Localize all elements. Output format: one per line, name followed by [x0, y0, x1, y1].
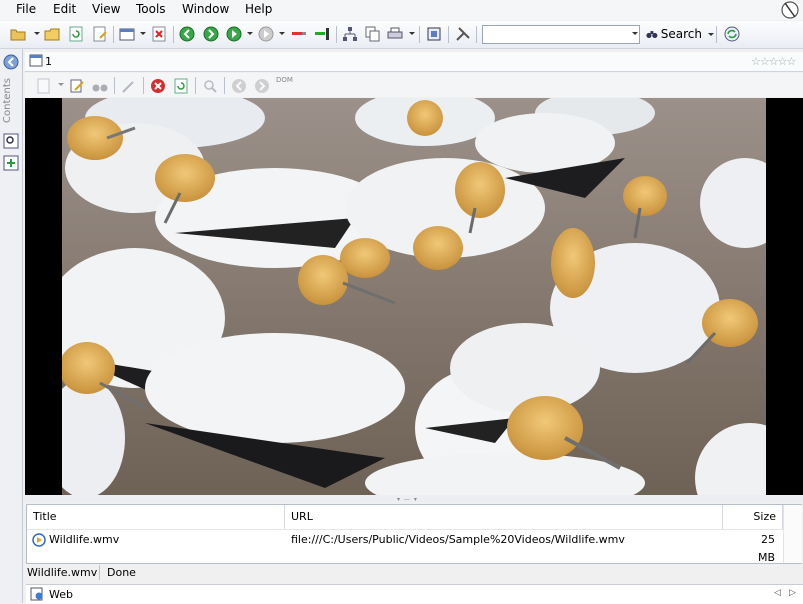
- status-state: Done: [107, 566, 136, 579]
- new-window-icon[interactable]: [118, 25, 136, 43]
- menu-window[interactable]: Window: [182, 2, 229, 16]
- stop-icon[interactable]: [149, 77, 167, 95]
- inner-toolbar: DOM: [25, 73, 803, 97]
- back-icon[interactable]: [230, 77, 248, 95]
- collapse-sidebar-icon[interactable]: [3, 54, 19, 73]
- chevron-down-icon[interactable]: [34, 32, 40, 35]
- folder-icon[interactable]: [43, 25, 61, 43]
- media-list-table: Title URL Size Wildlife.wmv file:///C:/U…: [26, 504, 802, 564]
- print-icon[interactable]: [386, 25, 404, 43]
- tab-web[interactable]: Web: [30, 585, 73, 603]
- splitter-handle[interactable]: ▾ — ▾: [25, 495, 803, 503]
- chevron-down-icon[interactable]: [632, 32, 638, 35]
- binoculars-icon[interactable]: [91, 77, 109, 95]
- back-icon[interactable]: [178, 25, 196, 43]
- web-page-icon: [30, 587, 43, 601]
- table-row[interactable]: Wildlife.wmv file:///C:/Users/Public/Vid…: [27, 530, 801, 564]
- sync-icon[interactable]: [723, 25, 741, 43]
- refresh-icon[interactable]: [67, 25, 85, 43]
- stop-icon[interactable]: [150, 25, 168, 43]
- list-scrollbar[interactable]: [783, 505, 802, 563]
- search-label: Search: [660, 27, 702, 41]
- menu-edit[interactable]: Edit: [53, 2, 76, 16]
- copy-icon[interactable]: [364, 25, 382, 43]
- video-player[interactable]: [25, 98, 803, 495]
- menu-tools[interactable]: Tools: [136, 2, 166, 16]
- tab-scroll-left-icon[interactable]: ◁: [774, 588, 781, 598]
- chevron-down-icon[interactable]: [708, 32, 714, 36]
- sidebar-contents-tab[interactable]: Contents: [2, 76, 20, 126]
- column-header-url[interactable]: URL: [285, 505, 723, 529]
- search-button[interactable]: Search: [646, 24, 714, 44]
- row-title: Wildlife.wmv: [49, 533, 120, 546]
- find-icon[interactable]: [3, 133, 19, 152]
- menu-bar: File Edit View Tools Window Help: [0, 0, 803, 20]
- reload-icon[interactable]: [172, 77, 190, 95]
- chevron-down-icon[interactable]: [279, 32, 285, 35]
- open-folder-icon[interactable]: [9, 25, 27, 43]
- binoculars-icon: [646, 31, 658, 39]
- chevron-down-icon[interactable]: [140, 32, 146, 35]
- edit-page-icon[interactable]: [91, 25, 109, 43]
- edit-icon[interactable]: [68, 77, 86, 95]
- bottom-tab-bar: Web ◁ ▷: [26, 584, 803, 604]
- add-panel-icon[interactable]: [3, 155, 19, 174]
- play-icon[interactable]: [225, 25, 243, 43]
- page-icon: [29, 54, 43, 70]
- column-header-size[interactable]: Size: [723, 505, 783, 529]
- chevron-down-icon[interactable]: [58, 83, 64, 86]
- menu-help[interactable]: Help: [245, 2, 272, 16]
- video-frame-gannets: [25, 98, 803, 495]
- status-bar: Wildlife.wmv Done: [26, 564, 803, 582]
- menu-file[interactable]: File: [16, 2, 36, 16]
- row-url: file:///C:/Users/Public/Videos/Sample%20…: [291, 533, 625, 546]
- search-input[interactable]: [482, 25, 640, 44]
- column-header-title[interactable]: Title: [27, 505, 285, 529]
- next-icon[interactable]: [257, 25, 275, 43]
- menu-view[interactable]: View: [92, 2, 120, 16]
- row-size: 25 MB: [757, 533, 775, 564]
- document-tab-header: 1: [25, 52, 803, 72]
- media-file-icon: [32, 533, 46, 550]
- tab-number[interactable]: 1: [45, 55, 52, 68]
- rating-stars[interactable]: ☆☆☆☆☆: [751, 55, 796, 68]
- dom-button[interactable]: DOM: [276, 76, 293, 84]
- forward-icon[interactable]: [253, 77, 271, 95]
- tab-scroll-right-icon[interactable]: ▷: [789, 588, 796, 598]
- zoom-icon[interactable]: [201, 77, 219, 95]
- tab-web-label: Web: [49, 587, 73, 601]
- grip-icon: ▾ — ▾: [397, 496, 418, 503]
- pencil-icon[interactable]: [120, 77, 138, 95]
- forward-icon[interactable]: [202, 25, 220, 43]
- bookmark-remove-icon[interactable]: [290, 25, 308, 43]
- app-logo-icon: [779, 0, 801, 20]
- sitemap-icon[interactable]: [341, 25, 359, 43]
- chevron-down-icon[interactable]: [247, 32, 253, 35]
- new-page-icon[interactable]: [35, 77, 53, 95]
- status-file: Wildlife.wmv: [27, 566, 98, 579]
- fullscreen-icon[interactable]: [425, 25, 443, 43]
- bookmark-add-icon[interactable]: [313, 25, 331, 43]
- tools-icon[interactable]: [454, 25, 472, 43]
- chevron-down-icon[interactable]: [409, 32, 415, 35]
